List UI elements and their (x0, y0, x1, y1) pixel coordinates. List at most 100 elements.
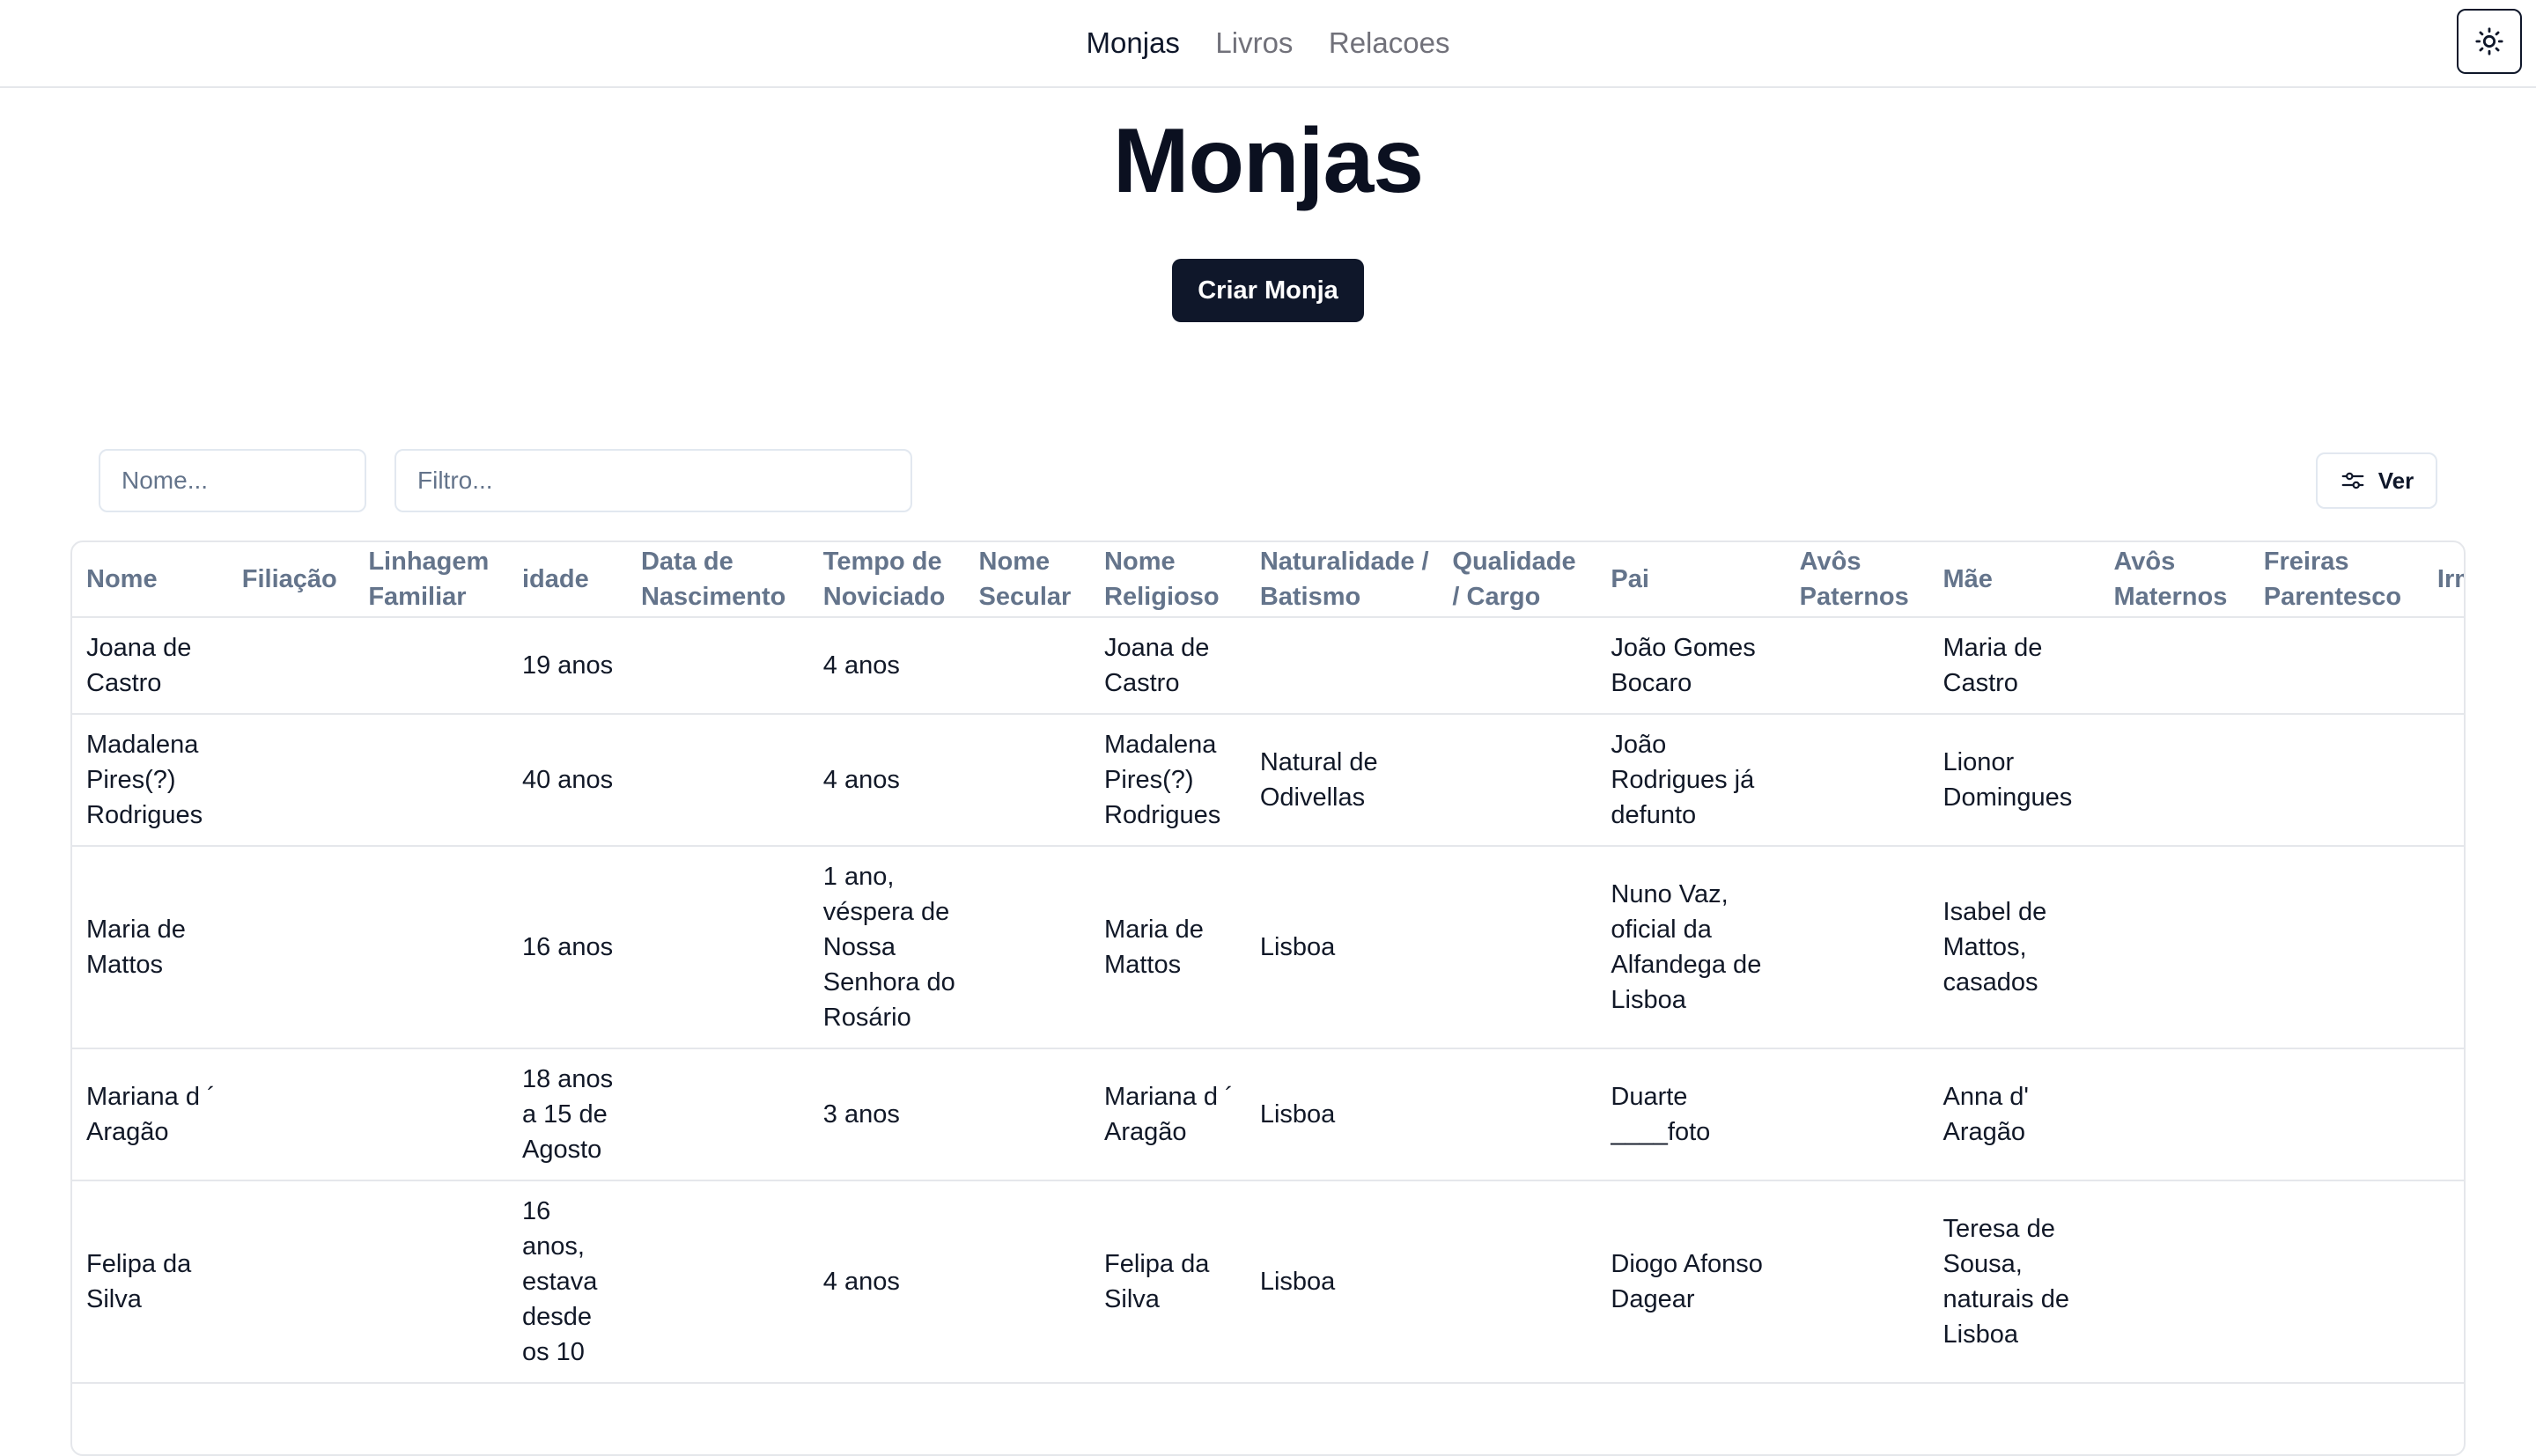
table-cell (1438, 1048, 1596, 1180)
table-cell (228, 714, 355, 846)
table-cell (965, 846, 1091, 1048)
table-cell (354, 714, 508, 846)
table-header-row: Nome Filiação Linhagem Familiar idade Data d… (72, 542, 2464, 618)
table-cell (354, 1048, 508, 1180)
table-row[interactable]: Mariana d ´ Aragão 18 anos a 15 de Agosto… (72, 1048, 2464, 1180)
view-columns-button[interactable]: Ver (2316, 452, 2437, 509)
table-cell: Teresa de Sousa, naturais de Lisboa (1943, 1215, 2070, 1349)
table-cell: 4 anos (822, 1268, 900, 1296)
table-row[interactable]: Maria de Mattos 16 anos 1 ano, véspera de … (72, 846, 2464, 1048)
table-body: Joana de Castro 19 anos 4 anos Joana de Cas… (72, 617, 2464, 1383)
table-cell: Duarte ____foto (1611, 1083, 1711, 1146)
table-cell: Joana de Castro (86, 634, 192, 697)
table-cell (965, 1048, 1091, 1180)
table-cell: Mariana d ´ Aragão (1104, 1083, 1234, 1146)
table-cell (354, 1180, 508, 1383)
table-cell: Maria de Mattos (1104, 916, 1204, 979)
table-cell (1246, 617, 1439, 714)
nav-link-relacoes[interactable]: Relacoes (1329, 21, 1450, 65)
table-cell: Maria de Castro (1943, 634, 2043, 697)
column-header[interactable]: Tempo de Noviciado (808, 542, 965, 618)
table-cell (627, 714, 809, 846)
table-cell (2423, 1048, 2464, 1180)
table-cell (354, 846, 508, 1048)
table-cell (1438, 846, 1596, 1048)
column-header[interactable]: Nome (72, 542, 228, 618)
table-cell (1786, 714, 1929, 846)
column-header[interactable]: idade (507, 542, 627, 618)
table-cell (2423, 846, 2464, 1048)
table-cell (1438, 617, 1596, 714)
table-row[interactable]: Madalena Pires(?) Rodrigues 40 anos 4 anos… (72, 714, 2464, 846)
column-header[interactable]: Avôs Maternos (2099, 542, 2250, 618)
nav-link-livros[interactable]: Livros (1215, 21, 1293, 65)
monjas-table: Nome Filiação Linhagem Familiar idade Data d… (72, 542, 2464, 1384)
table-cell: Lisboa (1259, 1100, 1336, 1129)
column-header[interactable]: Naturalidade / Batismo (1245, 542, 1439, 618)
nav-link-monjas[interactable]: Monjas (1087, 21, 1180, 65)
column-header[interactable]: Linhagem Familiar (354, 542, 508, 618)
table-cell (228, 617, 355, 714)
table-cell (1438, 714, 1596, 846)
table-cell (2250, 617, 2423, 714)
table-row[interactable]: Felipa da Silva 16 anos, estava desde os … (72, 1180, 2464, 1383)
table-cell: 18 anos a 15 de Agosto (521, 1065, 614, 1164)
table-cell: Mariana d ´ Aragão (86, 1083, 216, 1146)
page-title: Monjas (1112, 110, 1424, 212)
table-cell: 16 anos (521, 933, 614, 961)
table-cell (1786, 1180, 1929, 1383)
table-cell (965, 714, 1091, 846)
table-cell (228, 1048, 355, 1180)
create-monja-button[interactable]: Criar Monja (1172, 259, 1364, 322)
table-cell: Maria de Mattos (86, 916, 186, 979)
name-search-input[interactable] (99, 449, 366, 512)
main-nav: Monjas Livros Relacoes (0, 21, 2536, 65)
table-cell (2099, 1180, 2249, 1383)
table-cell (2099, 1048, 2249, 1180)
table-cell (627, 1180, 809, 1383)
top-navbar: Monjas Livros Relacoes (0, 0, 2536, 88)
table-row[interactable]: Joana de Castro 19 anos 4 anos Joana de Cas… (72, 617, 2464, 714)
column-header[interactable]: Nome Religioso (1090, 542, 1246, 618)
table-cell (627, 846, 809, 1048)
table-cell: João Gomes Bocaro (1611, 634, 1756, 697)
table-cell: 1 ano, véspera de Nossa Senhora do Rosár… (822, 863, 955, 1032)
table-cell (2250, 846, 2423, 1048)
table-cell (965, 1180, 1091, 1383)
table-cell (627, 617, 809, 714)
table-cell: 3 anos (822, 1100, 900, 1129)
table-cell: 4 anos (822, 651, 900, 680)
table-cell: 16 anos, estava desde os 10 (521, 1197, 598, 1366)
view-button-label: Ver (2378, 467, 2414, 494)
column-header[interactable]: Nome Secular (964, 542, 1091, 618)
table-cell: João Rodrigues já defunto (1611, 731, 1755, 829)
table-cell: Anna d' Aragão (1943, 1083, 2029, 1146)
table-cell (228, 846, 355, 1048)
column-header[interactable]: Avôs Paternos (1785, 542, 1929, 618)
table-cell: Natural de Odivellas (1259, 748, 1378, 812)
table-cell (627, 1048, 809, 1180)
table-cell (228, 1180, 355, 1383)
table-cell (2423, 617, 2464, 714)
column-header[interactable]: Data de Nascimento (626, 542, 809, 618)
monjas-table-container: Nome Filiação Linhagem Familiar idade Data d… (70, 540, 2466, 1456)
column-header[interactable]: Pai (1596, 542, 1786, 618)
table-cell: Felipa da Silva (1104, 1250, 1210, 1313)
table-cell (2099, 714, 2249, 846)
column-header[interactable]: Qualidade / Cargo (1438, 542, 1597, 618)
table-cell (2423, 714, 2464, 846)
table-cell (2250, 714, 2423, 846)
column-header[interactable]: Freiras Parentesco (2249, 542, 2423, 618)
table-cell (1786, 1048, 1929, 1180)
column-header[interactable]: Irmãos (2422, 542, 2464, 618)
table-cell: Lionor Domingues (1943, 748, 2073, 812)
theme-toggle-button[interactable] (2457, 9, 2522, 74)
column-header[interactable]: Mãe (1928, 542, 2100, 618)
table-cell (1438, 1180, 1596, 1383)
table-cell (1786, 846, 1929, 1048)
table-cell (965, 617, 1091, 714)
table-cell: 4 anos (822, 766, 900, 794)
column-header[interactable]: Filiação (227, 542, 355, 618)
table-cell: Lisboa (1259, 933, 1336, 961)
filter-input[interactable] (394, 449, 912, 512)
